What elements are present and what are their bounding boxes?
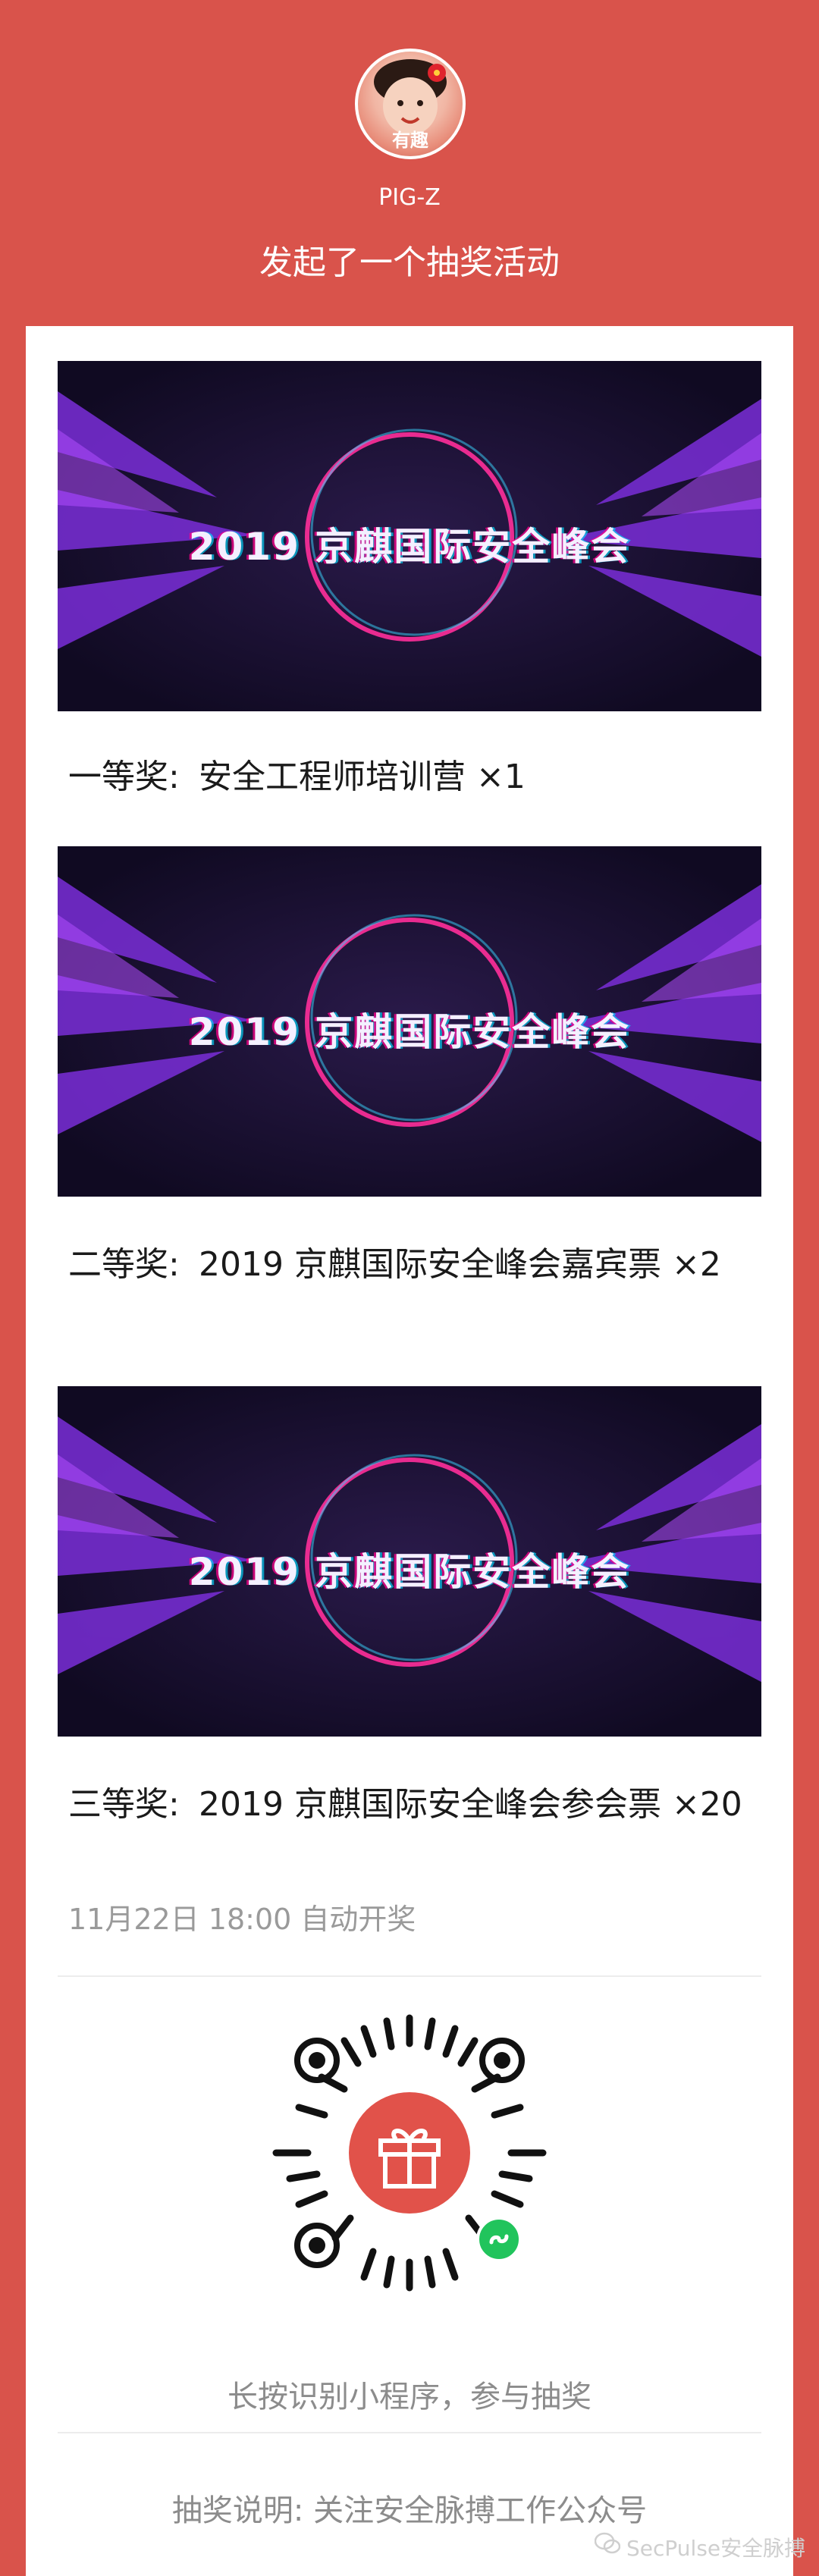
wechat-icon xyxy=(595,2532,620,2554)
draw-time: 11月22日 18:00 自动开奖 xyxy=(68,1903,416,1936)
lottery-card: 2019 京麒国际安全峰会 一等奖: 安全工程师培训营 ×1 2019 京麒国际… xyxy=(26,326,793,2576)
prize-banner-3: 2019 京麒国际安全峰会 xyxy=(58,1386,761,1737)
prize-banner-1: 2019 京麒国际安全峰会 xyxy=(58,361,761,711)
page-subtitle: 发起了一个抽奖活动 xyxy=(259,243,560,282)
avatar-tag: 有趣 xyxy=(392,130,428,151)
lottery-header: 有趣 PIG-Z 发起了一个抽奖活动 xyxy=(0,0,819,326)
lottery-note: 抽奖说明: 关注安全脉搏工作公众号 xyxy=(171,2493,648,2528)
banner-title: 2019 京麒国际安全峰会 xyxy=(188,525,631,569)
gift-icon xyxy=(349,2092,470,2214)
prize-label: 一等奖: xyxy=(68,758,180,796)
prize-text: 安全工程师培训营 ×1 xyxy=(199,758,526,796)
mini-program-code[interactable] xyxy=(270,2013,549,2292)
divider xyxy=(58,1975,761,1977)
qr-hint: 长按识别小程序，参与抽奖 xyxy=(228,2380,592,2414)
prize-label: 二等奖: xyxy=(68,1245,180,1284)
divider xyxy=(58,2432,761,2433)
watermark: SecPulse安全脉搏 xyxy=(595,2526,819,2565)
organizer-name[interactable]: PIG-Z xyxy=(0,184,819,211)
banner-title: 2019 京麒国际安全峰会 xyxy=(188,1550,631,1594)
prize-label: 三等奖: xyxy=(68,1785,180,1824)
banner-title: 2019 京麒国际安全峰会 xyxy=(188,1010,631,1054)
prize-text: 2019 京麒国际安全峰会嘉宾票 ×2 xyxy=(199,1245,721,1284)
prize-text: 2019 京麒国际安全峰会参会票 ×20 xyxy=(199,1785,742,1824)
mini-program-icon xyxy=(476,2217,522,2262)
avatar[interactable]: 有趣 xyxy=(355,49,466,159)
watermark-text: SecPulse安全脉搏 xyxy=(626,2536,806,2561)
prize-banner-2: 2019 京麒国际安全峰会 xyxy=(58,846,761,1197)
